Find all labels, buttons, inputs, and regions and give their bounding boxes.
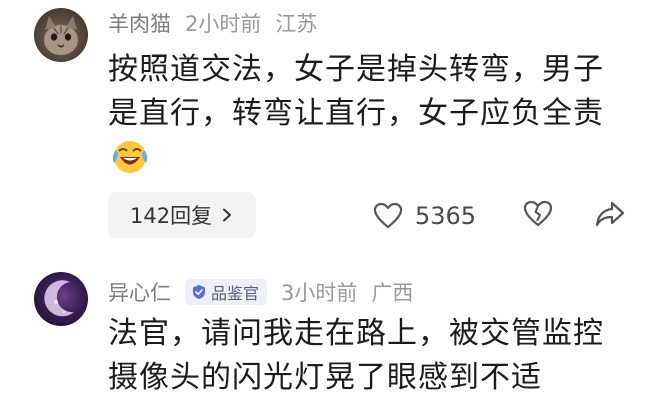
- comment-time: 3小时前: [281, 281, 358, 305]
- comment-text[interactable]: 法官，请问我走在路上，被交管监控摄像头的闪光灯晃了眼感到不适: [108, 312, 628, 400]
- replies-button[interactable]: 142回复: [108, 192, 257, 238]
- comment-meta: 异心仁 品鉴官 3小时前 广西: [108, 277, 413, 307]
- heart-icon: [373, 202, 403, 229]
- badge-label: 品鉴官: [211, 284, 260, 303]
- username[interactable]: 羊肉猫: [108, 8, 171, 38]
- comment-location: 广西: [371, 281, 414, 305]
- like-button[interactable]: 5365: [373, 196, 476, 236]
- comment-meta: 羊肉猫 2小时前 江苏: [108, 8, 317, 38]
- cat-avatar-image: [44, 16, 78, 55]
- avatar[interactable]: [34, 8, 88, 62]
- user-badge[interactable]: 品鉴官: [185, 279, 268, 305]
- broken-heart-icon[interactable]: [523, 199, 553, 229]
- comment-item: 羊肉猫 2小时前 江苏 按照道交法，女子是掉头转弯，男子是直行，转弯让直行，女子…: [0, 0, 660, 258]
- comment-location: 江苏: [275, 12, 318, 36]
- comment-time: 2小时前: [185, 12, 262, 36]
- avatar[interactable]: [34, 272, 88, 326]
- replies-count: 142回复: [130, 204, 213, 228]
- laughing-crying-emoji-icon: [112, 141, 148, 173]
- comment-text[interactable]: 按照道交法，女子是掉头转弯，男子是直行，转弯让直行，女子应负全责: [108, 48, 628, 181]
- like-count: 5365: [415, 202, 477, 230]
- comment-text-content: 法官，请问我走在路上，被交管监控摄像头的闪光灯晃了眼感到不适: [108, 316, 604, 395]
- username[interactable]: 异心仁: [108, 277, 171, 307]
- verified-shield-icon: [193, 285, 205, 299]
- chevron-right-icon: [223, 208, 232, 222]
- moon-avatar-image: [44, 280, 74, 317]
- comment-item: 异心仁 品鉴官 3小时前 广西 法官，请问我走在路上，被交管监控摄像头的闪光灯晃…: [0, 262, 660, 404]
- comment-text-content: 按照道交法，女子是掉头转弯，男子是直行，转弯让直行，女子应负全责: [108, 52, 604, 131]
- share-icon[interactable]: [594, 199, 626, 229]
